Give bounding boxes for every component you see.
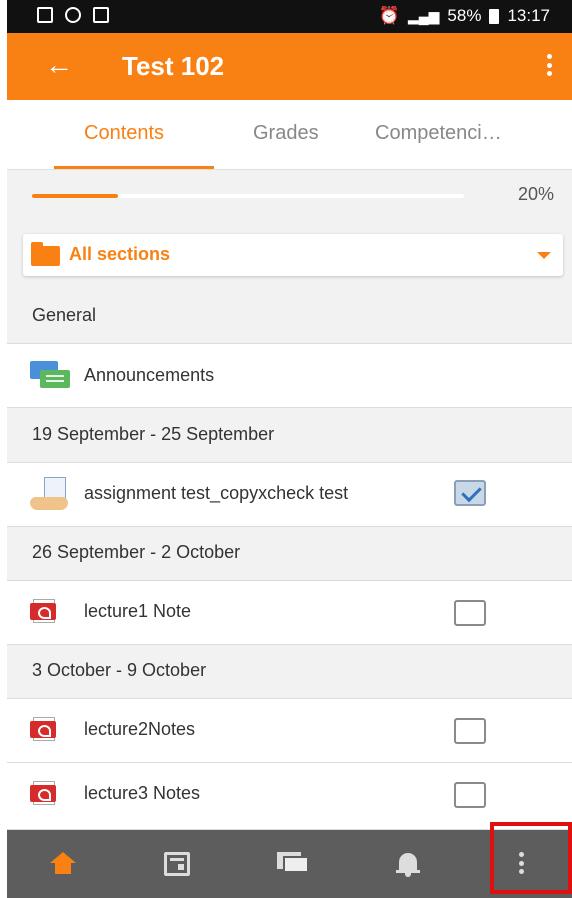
section-title: 19 September - 25 September [32, 424, 275, 444]
do-not-disturb-icon [65, 7, 81, 23]
status-left-icons [37, 7, 109, 23]
activity-label: lecture3 Notes [84, 783, 201, 803]
completion-checkbox[interactable] [454, 480, 486, 506]
active-tab-indicator [54, 166, 214, 169]
home-icon[interactable] [50, 852, 76, 874]
gallery-notification-icon [37, 7, 53, 23]
activity-label: Announcements [84, 365, 215, 385]
overflow-menu-icon[interactable] [540, 50, 558, 80]
completion-checkbox[interactable] [454, 718, 486, 744]
tab-bar: Contents Grades Competenci… [7, 100, 572, 170]
course-progress-fill [32, 194, 119, 198]
section-title: General [32, 305, 97, 325]
wifi-signal-icon: ▂▄▆ [407, 7, 440, 24]
forum-icon [30, 361, 70, 389]
activity-label: lecture2Notes [84, 719, 196, 739]
messages-icon[interactable] [277, 852, 309, 874]
app-bar: ← Test 102 [7, 33, 572, 100]
activity-announcements[interactable]: Announcements [7, 344, 572, 408]
tab-competencies[interactable]: Competenci… [375, 122, 502, 145]
completion-checkbox[interactable] [454, 600, 486, 626]
section-header-week-2: 26 September - 2 October [7, 527, 572, 581]
folder-icon [31, 242, 60, 266]
dropdown-caret-icon [537, 252, 551, 259]
section-selector[interactable]: All sections [23, 234, 563, 276]
highlight-box [490, 822, 572, 894]
status-bar: ⏰ ▂▄▆ 58% 13:17 [7, 0, 572, 33]
section-header-general: General [7, 289, 572, 344]
pdf-icon [30, 717, 56, 743]
status-right: ⏰ ▂▄▆ 58% 13:17 [379, 6, 550, 26]
battery-percent: 58% [447, 6, 482, 25]
page-title: Test 102 [122, 51, 225, 81]
section-header-week-3: 3 October - 9 October [7, 645, 572, 699]
assignment-icon [30, 477, 70, 511]
section-selector-value: All sections [69, 244, 171, 264]
completion-checkbox[interactable] [454, 782, 486, 808]
clock: 13:17 [507, 6, 550, 25]
tab-contents[interactable]: Contents [84, 122, 164, 145]
activity-lecture1-note[interactable]: lecture1 Note [7, 581, 572, 645]
section-title: 3 October - 9 October [32, 660, 207, 680]
course-contents: 20% All sections General Announcements 1… [7, 170, 572, 830]
activity-lecture3-notes[interactable]: lecture3 Notes [7, 763, 572, 830]
tab-grades[interactable]: Grades [253, 122, 319, 145]
activity-lecture2-notes[interactable]: lecture2Notes [7, 699, 572, 763]
calendar-icon[interactable] [164, 852, 190, 876]
pdf-icon [30, 599, 56, 625]
battery-icon [489, 8, 500, 24]
course-progress-bar [32, 194, 464, 198]
activity-label: assignment test_copyxcheck test [84, 483, 349, 503]
checkbox-notification-icon [93, 7, 109, 23]
section-title: 26 September - 2 October [32, 542, 241, 562]
section-header-week-1: 19 September - 25 September [7, 408, 572, 463]
bottom-navigation [7, 830, 572, 898]
course-progress-label: 20% [517, 184, 554, 204]
back-arrow-icon[interactable]: ← [45, 49, 73, 81]
activity-label: lecture1 Note [84, 601, 192, 621]
app-frame: ⏰ ▂▄▆ 58% 13:17 ← Test 102 Contents Grad… [7, 0, 572, 898]
pdf-icon [30, 781, 56, 807]
bell-icon[interactable] [396, 852, 420, 878]
activity-assignment[interactable]: assignment test_copyxcheck test [7, 463, 572, 527]
alarm-icon: ⏰ [378, 6, 400, 25]
